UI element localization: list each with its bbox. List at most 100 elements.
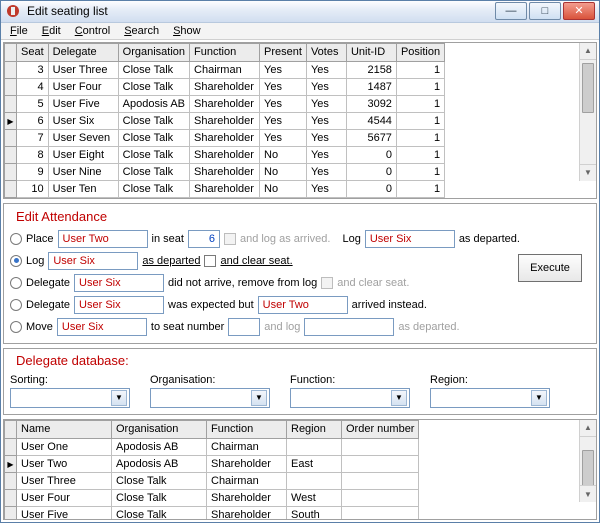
cell-unitid[interactable]: 1487 bbox=[346, 78, 396, 95]
minimize-button[interactable]: — bbox=[495, 2, 527, 20]
cell-ordernumber[interactable] bbox=[342, 455, 419, 472]
table-row[interactable]: 9 User Nine Close Talk Shareholder No Ye… bbox=[5, 163, 445, 180]
cell-votes[interactable]: Yes bbox=[306, 112, 346, 129]
cell-function[interactable]: Shareholder bbox=[207, 455, 287, 472]
cell-organisation[interactable]: Close Talk bbox=[118, 180, 189, 197]
cell-delegate[interactable]: User Four bbox=[48, 78, 118, 95]
cell-seat[interactable]: 3 bbox=[17, 61, 49, 78]
menu-control[interactable]: Control bbox=[68, 23, 117, 39]
cell-organisation[interactable]: Close Talk bbox=[112, 489, 207, 506]
cell-present[interactable]: Yes bbox=[260, 129, 307, 146]
combo-sorting[interactable]: ▼ bbox=[10, 388, 130, 408]
close-button[interactable]: ✕ bbox=[563, 2, 595, 20]
cell-function[interactable]: Chairman bbox=[207, 472, 287, 489]
combo-function[interactable]: ▼ bbox=[290, 388, 410, 408]
execute-button[interactable]: Execute bbox=[518, 254, 582, 282]
col-delegate[interactable]: Delegate bbox=[48, 43, 118, 61]
menu-show[interactable]: Show bbox=[166, 23, 208, 39]
cell-region[interactable] bbox=[287, 472, 342, 489]
cell-seat[interactable]: 8 bbox=[17, 146, 49, 163]
cell-unitid[interactable]: 0 bbox=[346, 146, 396, 163]
table-row[interactable]: User Four Close Talk Shareholder West bbox=[5, 489, 419, 506]
cell-function[interactable]: Shareholder bbox=[190, 112, 260, 129]
cell-organisation[interactable]: Close Talk bbox=[118, 146, 189, 163]
cell-organisation[interactable]: Close Talk bbox=[118, 163, 189, 180]
cell-function[interactable]: Chairman bbox=[190, 61, 260, 78]
cell-delegate[interactable]: User Eight bbox=[48, 146, 118, 163]
cell-present[interactable]: No bbox=[260, 146, 307, 163]
cell-organisation[interactable]: Apodosis AB bbox=[112, 455, 207, 472]
cell-delegate[interactable]: User Six bbox=[48, 112, 118, 129]
place-delegate-input[interactable]: User Two bbox=[58, 230, 148, 248]
cell-function[interactable]: Shareholder bbox=[190, 129, 260, 146]
menu-edit[interactable]: Edit bbox=[35, 23, 68, 39]
cell-ordernumber[interactable] bbox=[342, 506, 419, 519]
combo-organisation[interactable]: ▼ bbox=[150, 388, 270, 408]
move-delegate[interactable]: User Six bbox=[57, 318, 147, 336]
table-row[interactable]: 10 User Ten Close Talk Shareholder No Ye… bbox=[5, 180, 445, 197]
scroll-up-icon[interactable]: ▲ bbox=[580, 420, 596, 437]
cell-delegate[interactable]: User Ten bbox=[48, 180, 118, 197]
cb-clear-seat[interactable] bbox=[204, 255, 216, 267]
cell-position[interactable]: 1 bbox=[396, 146, 444, 163]
radio-place[interactable] bbox=[10, 233, 22, 245]
cell-position[interactable]: 1 bbox=[396, 78, 444, 95]
table-row[interactable]: User One Apodosis AB Chairman bbox=[5, 438, 419, 455]
col-function[interactable]: Function bbox=[190, 43, 260, 61]
seating-scrollbar[interactable]: ▲ ▼ bbox=[579, 43, 596, 181]
cell-name[interactable]: User Five bbox=[17, 506, 112, 519]
cell-seat[interactable]: 9 bbox=[17, 163, 49, 180]
scroll-down-icon[interactable]: ▼ bbox=[580, 164, 596, 181]
cell-seat[interactable]: 6 bbox=[17, 112, 49, 129]
table-row[interactable]: User Three Close Talk Chairman bbox=[5, 472, 419, 489]
cell-region[interactable]: East bbox=[287, 455, 342, 472]
cell-delegate[interactable]: User Five bbox=[48, 95, 118, 112]
cell-position[interactable]: 1 bbox=[396, 95, 444, 112]
cell-position[interactable]: 1 bbox=[396, 180, 444, 197]
cell-seat[interactable]: 5 bbox=[17, 95, 49, 112]
radio-log[interactable] bbox=[10, 255, 22, 267]
cell-present[interactable]: Yes bbox=[260, 61, 307, 78]
cell-seat[interactable]: 10 bbox=[17, 180, 49, 197]
cell-delegate[interactable]: User Nine bbox=[48, 163, 118, 180]
cell-function[interactable]: Shareholder bbox=[190, 95, 260, 112]
cell-organisation[interactable]: Close Talk bbox=[118, 112, 189, 129]
cell-votes[interactable]: Yes bbox=[306, 95, 346, 112]
cell-region[interactable] bbox=[287, 438, 342, 455]
cell-present[interactable]: Yes bbox=[260, 112, 307, 129]
cell-function[interactable]: Shareholder bbox=[207, 489, 287, 506]
cell-present[interactable]: No bbox=[260, 180, 307, 197]
move-seat-input[interactable] bbox=[228, 318, 260, 336]
radio-move[interactable] bbox=[10, 321, 22, 333]
cell-present[interactable]: Yes bbox=[260, 78, 307, 95]
db-col-name[interactable]: Name bbox=[17, 420, 112, 438]
cell-organisation[interactable]: Close Talk bbox=[118, 129, 189, 146]
col-votes[interactable]: Votes bbox=[306, 43, 346, 61]
cell-votes[interactable]: Yes bbox=[306, 180, 346, 197]
scroll-down-icon[interactable]: ▼ bbox=[580, 485, 596, 502]
titlebar[interactable]: Edit seating list — □ ✕ bbox=[1, 1, 599, 23]
db-col-region[interactable]: Region bbox=[287, 420, 342, 438]
cell-seat[interactable]: 4 bbox=[17, 78, 49, 95]
cell-unitid[interactable]: 4544 bbox=[346, 112, 396, 129]
cell-present[interactable]: No bbox=[260, 163, 307, 180]
cell-name[interactable]: User One bbox=[17, 438, 112, 455]
cell-delegate[interactable]: User Seven bbox=[48, 129, 118, 146]
cell-unitid[interactable]: 0 bbox=[346, 163, 396, 180]
cell-function[interactable]: Shareholder bbox=[207, 506, 287, 519]
db-col-ordernumber[interactable]: Order number bbox=[342, 420, 419, 438]
scroll-up-icon[interactable]: ▲ bbox=[580, 43, 596, 60]
cell-ordernumber[interactable] bbox=[342, 472, 419, 489]
table-row[interactable]: 6 User Six Close Talk Shareholder Yes Ye… bbox=[5, 112, 445, 129]
db-col-organisation[interactable]: Organisation bbox=[112, 420, 207, 438]
cell-organisation[interactable]: Close Talk bbox=[118, 61, 189, 78]
cell-position[interactable]: 1 bbox=[396, 163, 444, 180]
cell-organisation[interactable]: Apodosis AB bbox=[118, 95, 189, 112]
cell-present[interactable]: Yes bbox=[260, 95, 307, 112]
log-delegate1[interactable]: User Six bbox=[365, 230, 455, 248]
expected-delegate[interactable]: User Six bbox=[74, 296, 164, 314]
cell-organisation[interactable]: Apodosis AB bbox=[112, 438, 207, 455]
cell-region[interactable]: West bbox=[287, 489, 342, 506]
cell-position[interactable]: 1 bbox=[396, 129, 444, 146]
cell-position[interactable]: 1 bbox=[396, 61, 444, 78]
